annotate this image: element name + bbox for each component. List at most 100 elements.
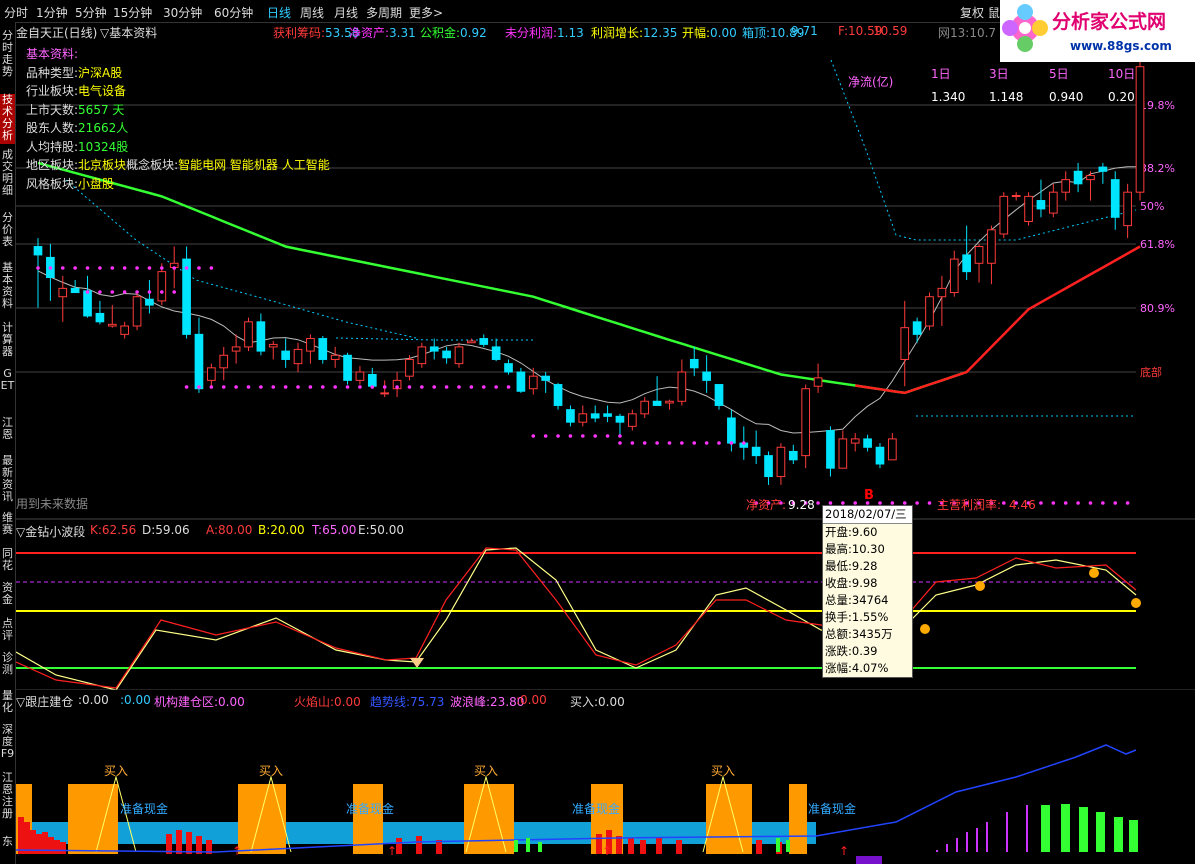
candle-body[interactable] <box>813 377 823 387</box>
sidebar-item-2[interactable]: 成交明细 <box>0 149 15 209</box>
candle-body[interactable] <box>1086 174 1095 181</box>
candle-body[interactable] <box>640 400 650 415</box>
candle-body[interactable] <box>702 371 711 381</box>
candle-body[interactable] <box>516 371 526 392</box>
candle-body[interactable] <box>962 254 971 273</box>
candle-body[interactable] <box>157 271 167 302</box>
candle-body[interactable] <box>689 358 699 369</box>
candle-body[interactable] <box>231 346 241 352</box>
candle-body[interactable] <box>182 258 191 335</box>
candle-body[interactable] <box>504 363 513 373</box>
candle-body[interactable] <box>850 438 860 444</box>
candle-body[interactable] <box>207 367 216 381</box>
candle-body[interactable] <box>1110 179 1120 218</box>
candle-body[interactable] <box>95 312 105 323</box>
period-tab-6[interactable]: 日线 <box>267 4 291 21</box>
sidebar-item-9[interactable]: 维赛 <box>0 512 15 546</box>
candle-body[interactable] <box>367 374 377 387</box>
period-tab-3[interactable]: 15分钟 <box>113 4 152 21</box>
sidebar-item-1[interactable]: 技术分析 <box>0 94 15 144</box>
candle-body[interactable] <box>925 296 934 327</box>
sidebar-item-0[interactable]: 分时走势 <box>0 30 15 82</box>
candle-body[interactable] <box>528 375 538 390</box>
candle-body[interactable] <box>912 321 922 335</box>
candle-body[interactable] <box>132 296 142 327</box>
candle-body[interactable] <box>293 348 303 365</box>
candle-body[interactable] <box>590 413 600 419</box>
candle-body[interactable] <box>764 455 773 478</box>
candle-body[interactable] <box>194 333 204 390</box>
candle-body[interactable] <box>1048 191 1058 214</box>
candle-body[interactable] <box>120 325 130 335</box>
sidebar-item-15[interactable]: 深度F9 <box>0 724 15 769</box>
indicator-name[interactable]: ▽跟庄建仓 <box>16 693 73 710</box>
candle-body[interactable] <box>727 417 736 444</box>
candle-body[interactable] <box>145 298 154 306</box>
basic-info-menu[interactable]: ▽基本资料 <box>100 24 157 41</box>
period-tab-0[interactable]: 分时 <box>4 4 28 21</box>
candle-body[interactable] <box>256 321 266 352</box>
candle-body[interactable] <box>1098 166 1108 172</box>
candle-body[interactable] <box>751 446 761 457</box>
candle-body[interactable] <box>83 290 92 317</box>
candle-body[interactable] <box>244 321 253 348</box>
candle-body[interactable] <box>838 438 848 469</box>
candle-body[interactable] <box>900 327 910 360</box>
candle-body[interactable] <box>70 287 80 294</box>
candle-body[interactable] <box>826 430 835 469</box>
candle-body[interactable] <box>541 375 551 381</box>
candle-body[interactable] <box>788 450 798 461</box>
candle-body[interactable] <box>801 388 811 457</box>
candle-body[interactable] <box>1073 170 1083 185</box>
candle-body[interactable] <box>343 354 352 381</box>
candle-body[interactable] <box>615 415 625 423</box>
candle-body[interactable] <box>677 371 687 402</box>
sidebar-item-17[interactable]: 东 <box>0 836 15 858</box>
candle-body[interactable] <box>355 371 365 381</box>
candle-body[interactable] <box>442 350 451 359</box>
candle-body[interactable] <box>107 323 117 327</box>
candle-body[interactable] <box>1036 200 1046 210</box>
candle-body[interactable] <box>268 343 278 348</box>
sidebar-item-16[interactable]: 江恩注册 <box>0 772 15 832</box>
period-tab-7[interactable]: 周线 <box>300 4 324 21</box>
candle-body[interactable] <box>974 246 984 264</box>
candle-body[interactable] <box>1123 191 1132 227</box>
candle-body[interactable] <box>467 340 476 344</box>
candle-body[interactable] <box>1011 195 1021 198</box>
candle-body[interactable] <box>1061 179 1071 193</box>
period-tab-9[interactable]: 多周期 <box>366 4 402 21</box>
candle-body[interactable] <box>949 258 959 294</box>
candle-body[interactable] <box>417 346 427 365</box>
candle-body[interactable] <box>330 354 340 360</box>
candle-body[interactable] <box>380 392 390 395</box>
candle-body[interactable] <box>306 338 315 352</box>
candle-body[interactable] <box>566 409 575 423</box>
sidebar-item-4[interactable]: 基本资料 <box>0 262 15 317</box>
candle-body[interactable] <box>58 287 68 298</box>
candle-body[interactable] <box>479 338 489 345</box>
sidebar-item-13[interactable]: 诊测 <box>0 652 15 684</box>
candle-body[interactable] <box>454 346 464 365</box>
candle-body[interactable] <box>1135 66 1145 193</box>
candle-body[interactable] <box>33 246 43 256</box>
period-tab-5[interactable]: 60分钟 <box>214 4 253 21</box>
sidebar-item-5[interactable]: 计算器 <box>0 322 15 364</box>
period-tab-8[interactable]: 月线 <box>334 4 358 21</box>
indicator1-chart[interactable] <box>16 540 1195 690</box>
restore-rights-button[interactable]: 复权 鼠 <box>960 4 1000 21</box>
candle-body[interactable] <box>603 413 612 417</box>
candle-body[interactable] <box>937 287 947 298</box>
sidebar-item-3[interactable]: 分价表 <box>0 212 15 257</box>
candle-body[interactable] <box>553 384 563 406</box>
sidebar-item-11[interactable]: 资金 <box>0 582 15 614</box>
sidebar-item-12[interactable]: 点评 <box>0 618 15 650</box>
period-tab-4[interactable]: 30分钟 <box>163 4 202 21</box>
candle-body[interactable] <box>714 384 724 406</box>
candle-body[interactable] <box>429 346 439 352</box>
candle-body[interactable] <box>776 446 786 478</box>
candle-body[interactable] <box>281 350 290 360</box>
candle-body[interactable] <box>665 400 674 404</box>
period-tab-1[interactable]: 1分钟 <box>36 4 68 21</box>
candle-body[interactable] <box>491 346 501 360</box>
